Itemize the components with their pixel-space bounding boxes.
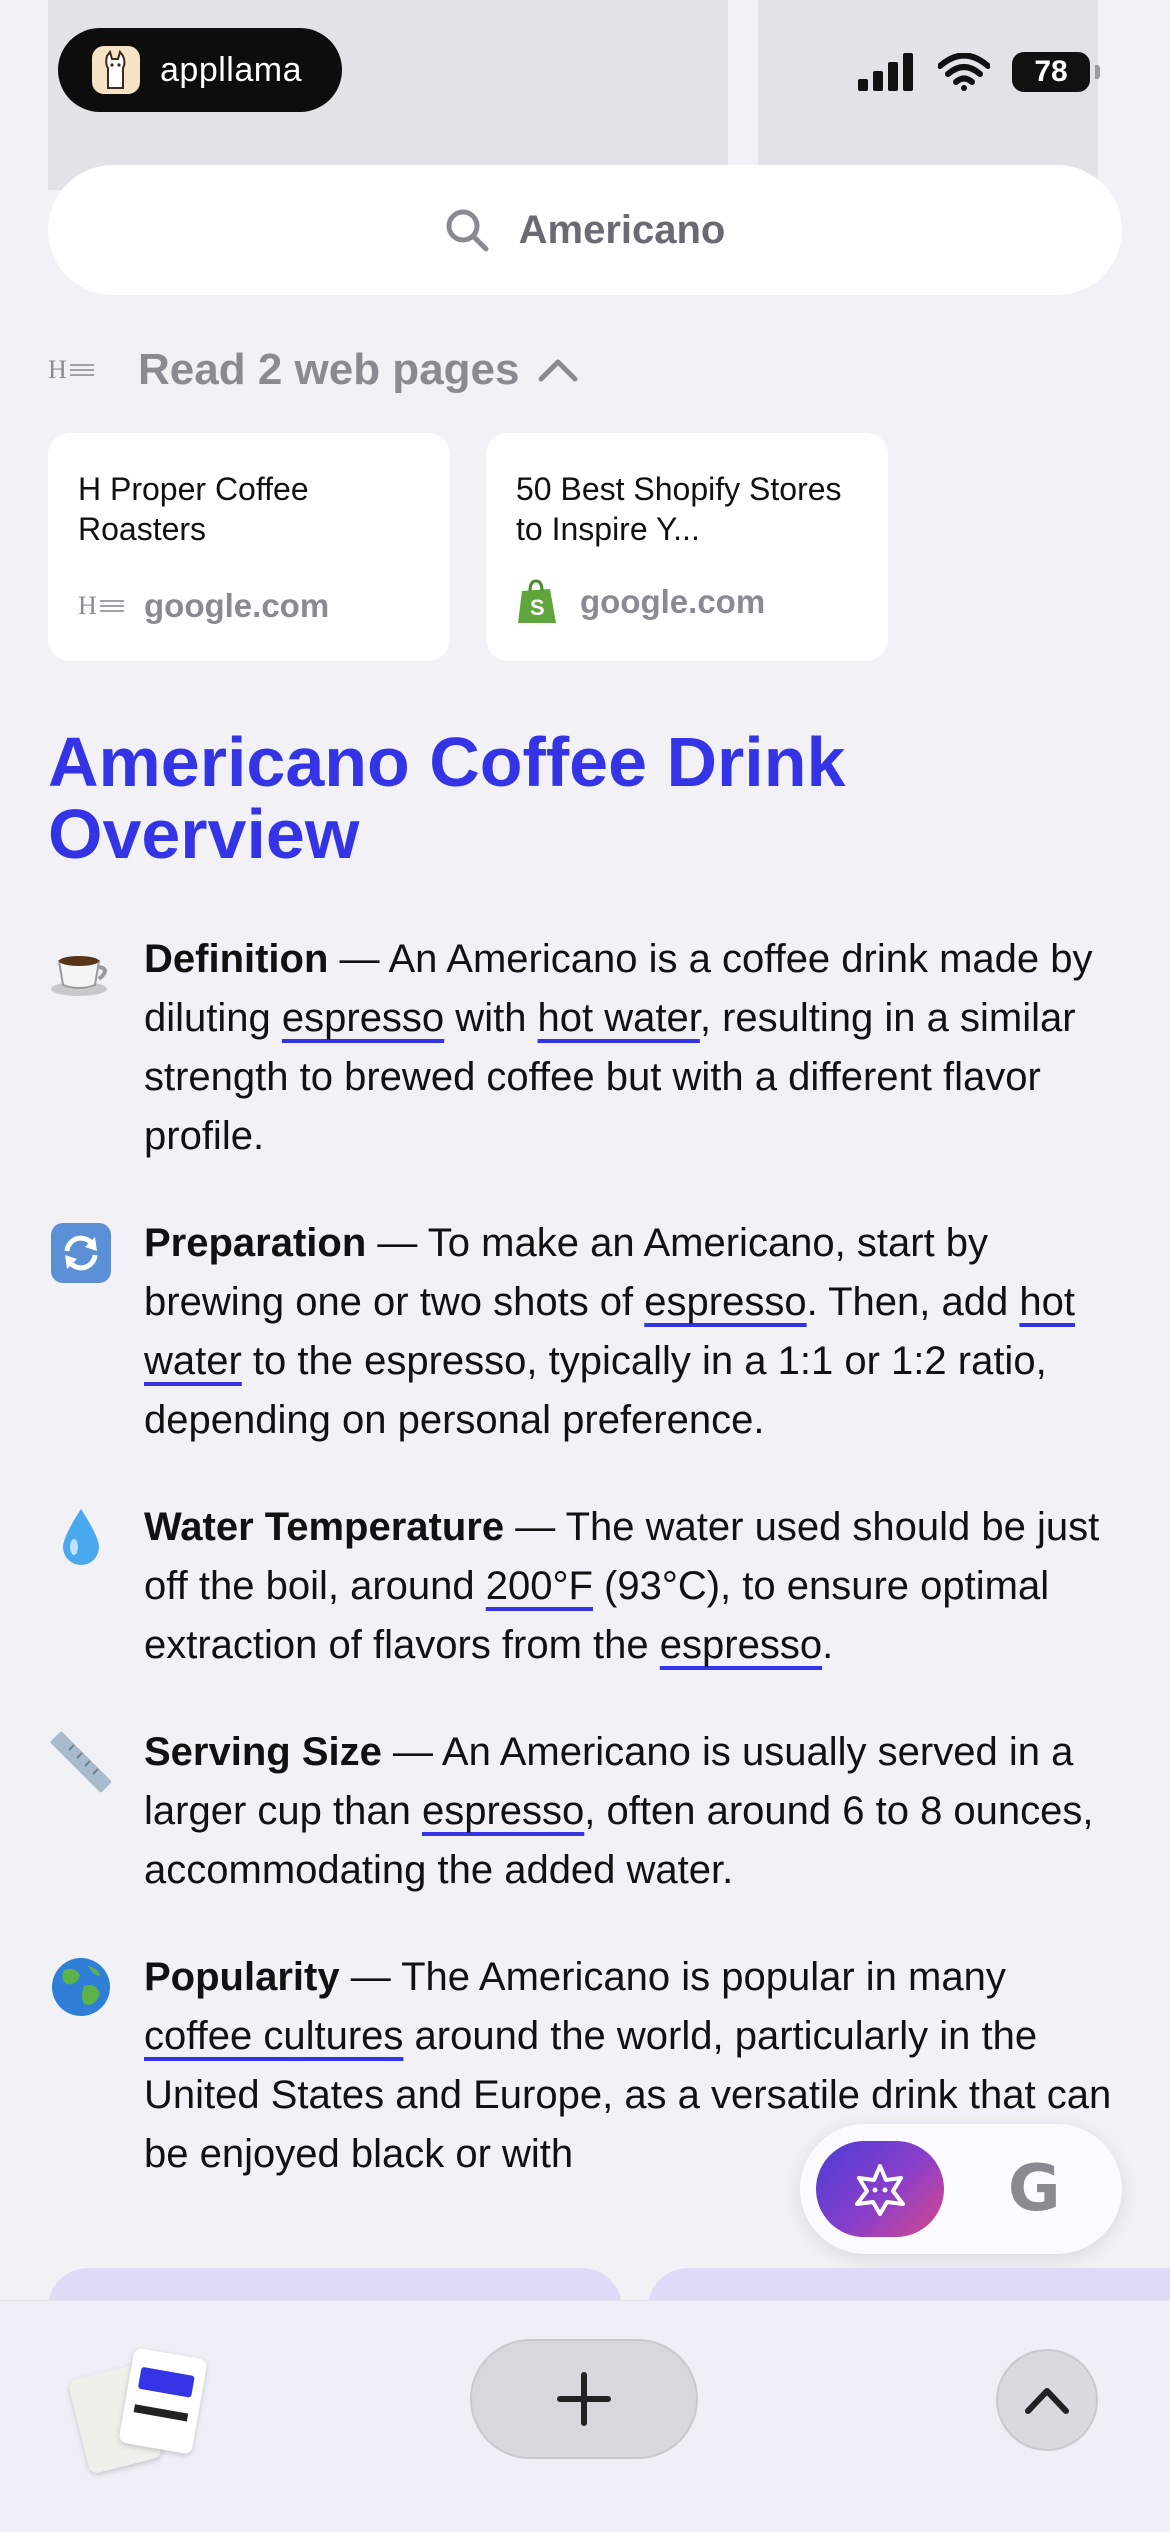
background-panel — [758, 0, 1098, 190]
sources-toggle[interactable]: H Read 2 web pages — [48, 340, 579, 400]
list-item: Serving Size — An Americano is usually s… — [48, 1723, 1122, 1900]
bullet-heading: Definition — [144, 937, 329, 981]
chevron-up-icon — [538, 359, 578, 382]
search-query: Americano — [518, 207, 726, 252]
coffee-cup-icon — [48, 936, 114, 1002]
brand-pill[interactable]: appllama — [58, 28, 342, 112]
search-icon — [446, 209, 489, 252]
tab-thumbnails-icon[interactable] — [67, 2341, 218, 2475]
wifi-icon — [938, 53, 990, 91]
h-proper-logo-icon: H — [48, 356, 94, 384]
answer-title: Americano Coffee Drink Overview — [48, 723, 846, 873]
plus-icon — [557, 2372, 611, 2426]
answer-bullets: Definition — An Americano is a coffee dr… — [48, 930, 1122, 2232]
term-link[interactable]: coffee cultures — [144, 2014, 403, 2058]
term-link[interactable]: espresso — [644, 1280, 806, 1324]
source-title: 50 Best Shopify Stores to Inspire Y... — [516, 471, 842, 547]
search-bar[interactable]: Americano — [48, 165, 1122, 295]
ruler-icon — [48, 1729, 114, 1795]
bullet-heading: Serving Size — [144, 1730, 382, 1774]
bullet-heading: Popularity — [144, 1955, 340, 1999]
ai-assistant-button[interactable] — [816, 2141, 944, 2237]
term-link[interactable]: espresso — [660, 1623, 822, 1667]
tab-thumbnail — [118, 2347, 208, 2455]
sources-header: Read 2 web pages — [138, 345, 520, 394]
llama-icon — [92, 46, 140, 94]
source-domain: google.com — [580, 583, 766, 620]
globe-icon — [48, 1954, 114, 2020]
source-card[interactable]: 50 Best Shopify Stores to Inspire Y... S… — [486, 433, 888, 661]
source-card[interactable]: H Proper Coffee Roasters H google.com — [48, 433, 450, 661]
floating-action-bar: G — [800, 2124, 1122, 2254]
bullet-heading: Water Temperature — [144, 1505, 505, 1549]
battery-indicator: 78 — [1012, 52, 1100, 92]
list-item: Water Temperature — The water used shoul… — [48, 1498, 1122, 1675]
bullet-text: . Then, add — [806, 1280, 1020, 1324]
term-link[interactable]: hot water — [538, 996, 700, 1040]
list-item: Definition — An Americano is a coffee dr… — [48, 930, 1122, 1166]
ai-llama-icon — [855, 2164, 905, 2216]
term-link[interactable]: espresso — [422, 1789, 584, 1833]
source-title: H Proper Coffee Roasters — [78, 471, 309, 547]
droplet-icon — [48, 1504, 114, 1570]
new-tab-button[interactable] — [470, 2339, 698, 2459]
term-link[interactable]: 200°F — [486, 1564, 593, 1608]
shopify-bag-icon: S — [518, 579, 556, 623]
google-button[interactable]: G — [1008, 2152, 1061, 2226]
brand-name: appllama — [160, 50, 302, 89]
svg-text:S: S — [530, 595, 545, 620]
h-proper-logo-icon: H — [78, 592, 124, 620]
bullet-text: . — [822, 1623, 834, 1667]
cellular-signal-icon — [858, 53, 913, 91]
bottom-toolbar — [0, 2300, 1170, 2532]
source-domain: google.com — [144, 587, 330, 624]
status-bar: 78 — [858, 52, 1100, 92]
bullet-heading: Preparation — [144, 1221, 367, 1265]
bullet-text: with — [444, 996, 538, 1040]
arrows-cycle-icon — [48, 1220, 114, 1286]
list-item: Preparation — To make an Americano, star… — [48, 1214, 1122, 1450]
bullet-text: — The Americano is popular in many — [339, 1955, 1006, 1999]
chevron-up-icon — [1025, 2388, 1069, 2414]
term-link[interactable]: espresso — [282, 996, 444, 1040]
bullet-text: to the espresso, typically in a 1:1 or 1… — [144, 1339, 1047, 1442]
scroll-top-button[interactable] — [996, 2349, 1098, 2451]
